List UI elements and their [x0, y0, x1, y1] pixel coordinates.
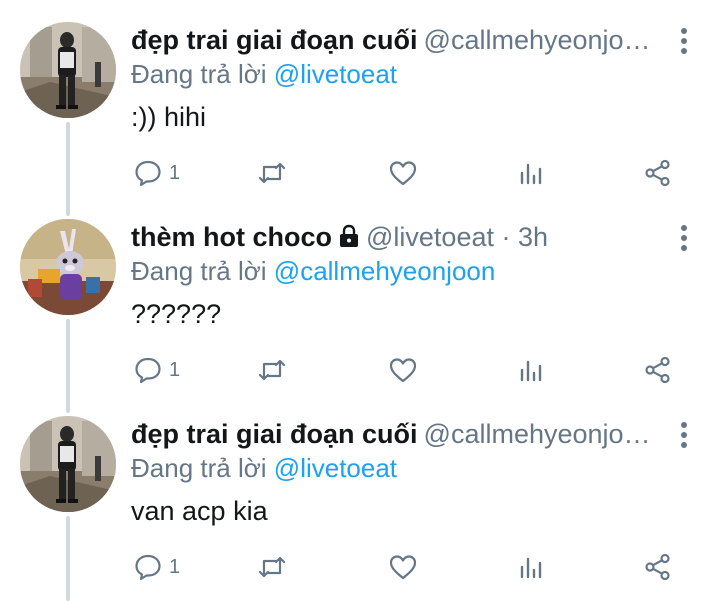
reply-button[interactable]: 1 [133, 353, 180, 387]
reply-prefix: Đang trả lời [131, 256, 267, 286]
tweet[interactable]: thèm hot choco @livetoeat · 3h Đang trả l… [0, 197, 720, 394]
retweet-button[interactable] [257, 353, 287, 387]
share-icon [645, 159, 670, 187]
reply-count: 1 [169, 555, 181, 578]
share-button[interactable] [643, 550, 673, 584]
heart-icon [389, 555, 417, 580]
tweet-text: :)) hihi [131, 102, 207, 132]
avatar-image [20, 22, 116, 118]
tweet-text: van acp kia [131, 496, 268, 526]
tweet-header: đẹp trai giai đoạn cuối @callmehyeonjo… [131, 22, 660, 58]
replying-to: Đang trả lời @callmehyeonjoon [131, 255, 495, 287]
like-button[interactable] [388, 353, 418, 387]
tweet-text: ?????? [131, 299, 222, 329]
user-handle[interactable]: @livetoeat [366, 222, 494, 252]
retweet-button[interactable] [257, 156, 287, 190]
reply-count: 1 [169, 358, 181, 381]
tweet-actions: 1 [131, 156, 691, 190]
retweet-icon [258, 359, 286, 381]
tweet-actions: 1 [131, 550, 691, 584]
avatar[interactable] [20, 416, 116, 512]
avatar[interactable] [20, 219, 116, 315]
avatar-image [20, 416, 116, 512]
reply-icon [135, 357, 161, 384]
tweet-header: đẹp trai giai đoạn cuối @callmehyeonjo… [131, 416, 660, 452]
share-button[interactable] [643, 156, 673, 190]
reply-prefix: Đang trả lời [131, 453, 267, 483]
reply-mention-link[interactable]: @callmehyeonjoon [274, 256, 496, 286]
user-handle[interactable]: @callmehyeonjo… [424, 25, 651, 55]
like-button[interactable] [388, 156, 418, 190]
analytics-icon [520, 360, 542, 382]
reply-mention-link[interactable]: @livetoeat [274, 453, 397, 483]
timestamp[interactable]: 3h [518, 222, 548, 252]
heart-icon [389, 161, 417, 186]
display-name[interactable]: đẹp trai giai đoạn cuối [131, 25, 418, 55]
display-name[interactable]: thèm hot choco [131, 222, 332, 252]
heart-icon [389, 358, 417, 383]
replying-to: Đang trả lời @livetoeat [131, 452, 397, 484]
analytics-button[interactable] [516, 353, 546, 387]
analytics-icon [520, 557, 542, 579]
tweet[interactable]: đẹp trai giai đoạn cuối @callmehyeonjo… Đ… [0, 394, 720, 591]
reply-count: 1 [169, 161, 181, 184]
user-handle[interactable]: @callmehyeonjo… [424, 419, 651, 449]
reply-button[interactable]: 1 [133, 156, 180, 190]
tweet-header: thèm hot choco @livetoeat · 3h [131, 219, 660, 255]
retweet-button[interactable] [257, 550, 287, 584]
reply-icon [135, 160, 161, 187]
reply-mention-link[interactable]: @livetoeat [274, 59, 397, 89]
share-icon [645, 553, 670, 581]
analytics-button[interactable] [516, 550, 546, 584]
more-vertical-icon[interactable] [680, 225, 688, 253]
reply-button[interactable]: 1 [133, 550, 180, 584]
tweet[interactable]: đẹp trai giai đoạn cuối @callmehyeonjo… Đ… [0, 0, 720, 197]
retweet-icon [258, 556, 286, 578]
share-icon [645, 356, 670, 384]
display-name[interactable]: đẹp trai giai đoạn cuối [131, 419, 418, 449]
retweet-icon [258, 162, 286, 184]
share-button[interactable] [643, 353, 673, 387]
tweet-actions: 1 [131, 353, 691, 387]
lock-icon [340, 224, 358, 247]
separator: · [493, 222, 518, 252]
avatar-image [20, 219, 116, 315]
analytics-icon [520, 163, 542, 185]
analytics-button[interactable] [516, 156, 546, 190]
replying-to: Đang trả lời @livetoeat [131, 58, 397, 90]
more-vertical-icon[interactable] [680, 422, 688, 450]
reply-icon [135, 554, 161, 581]
reply-prefix: Đang trả lời [131, 59, 267, 89]
avatar[interactable] [20, 22, 116, 118]
like-button[interactable] [388, 550, 418, 584]
more-vertical-icon[interactable] [680, 28, 688, 56]
